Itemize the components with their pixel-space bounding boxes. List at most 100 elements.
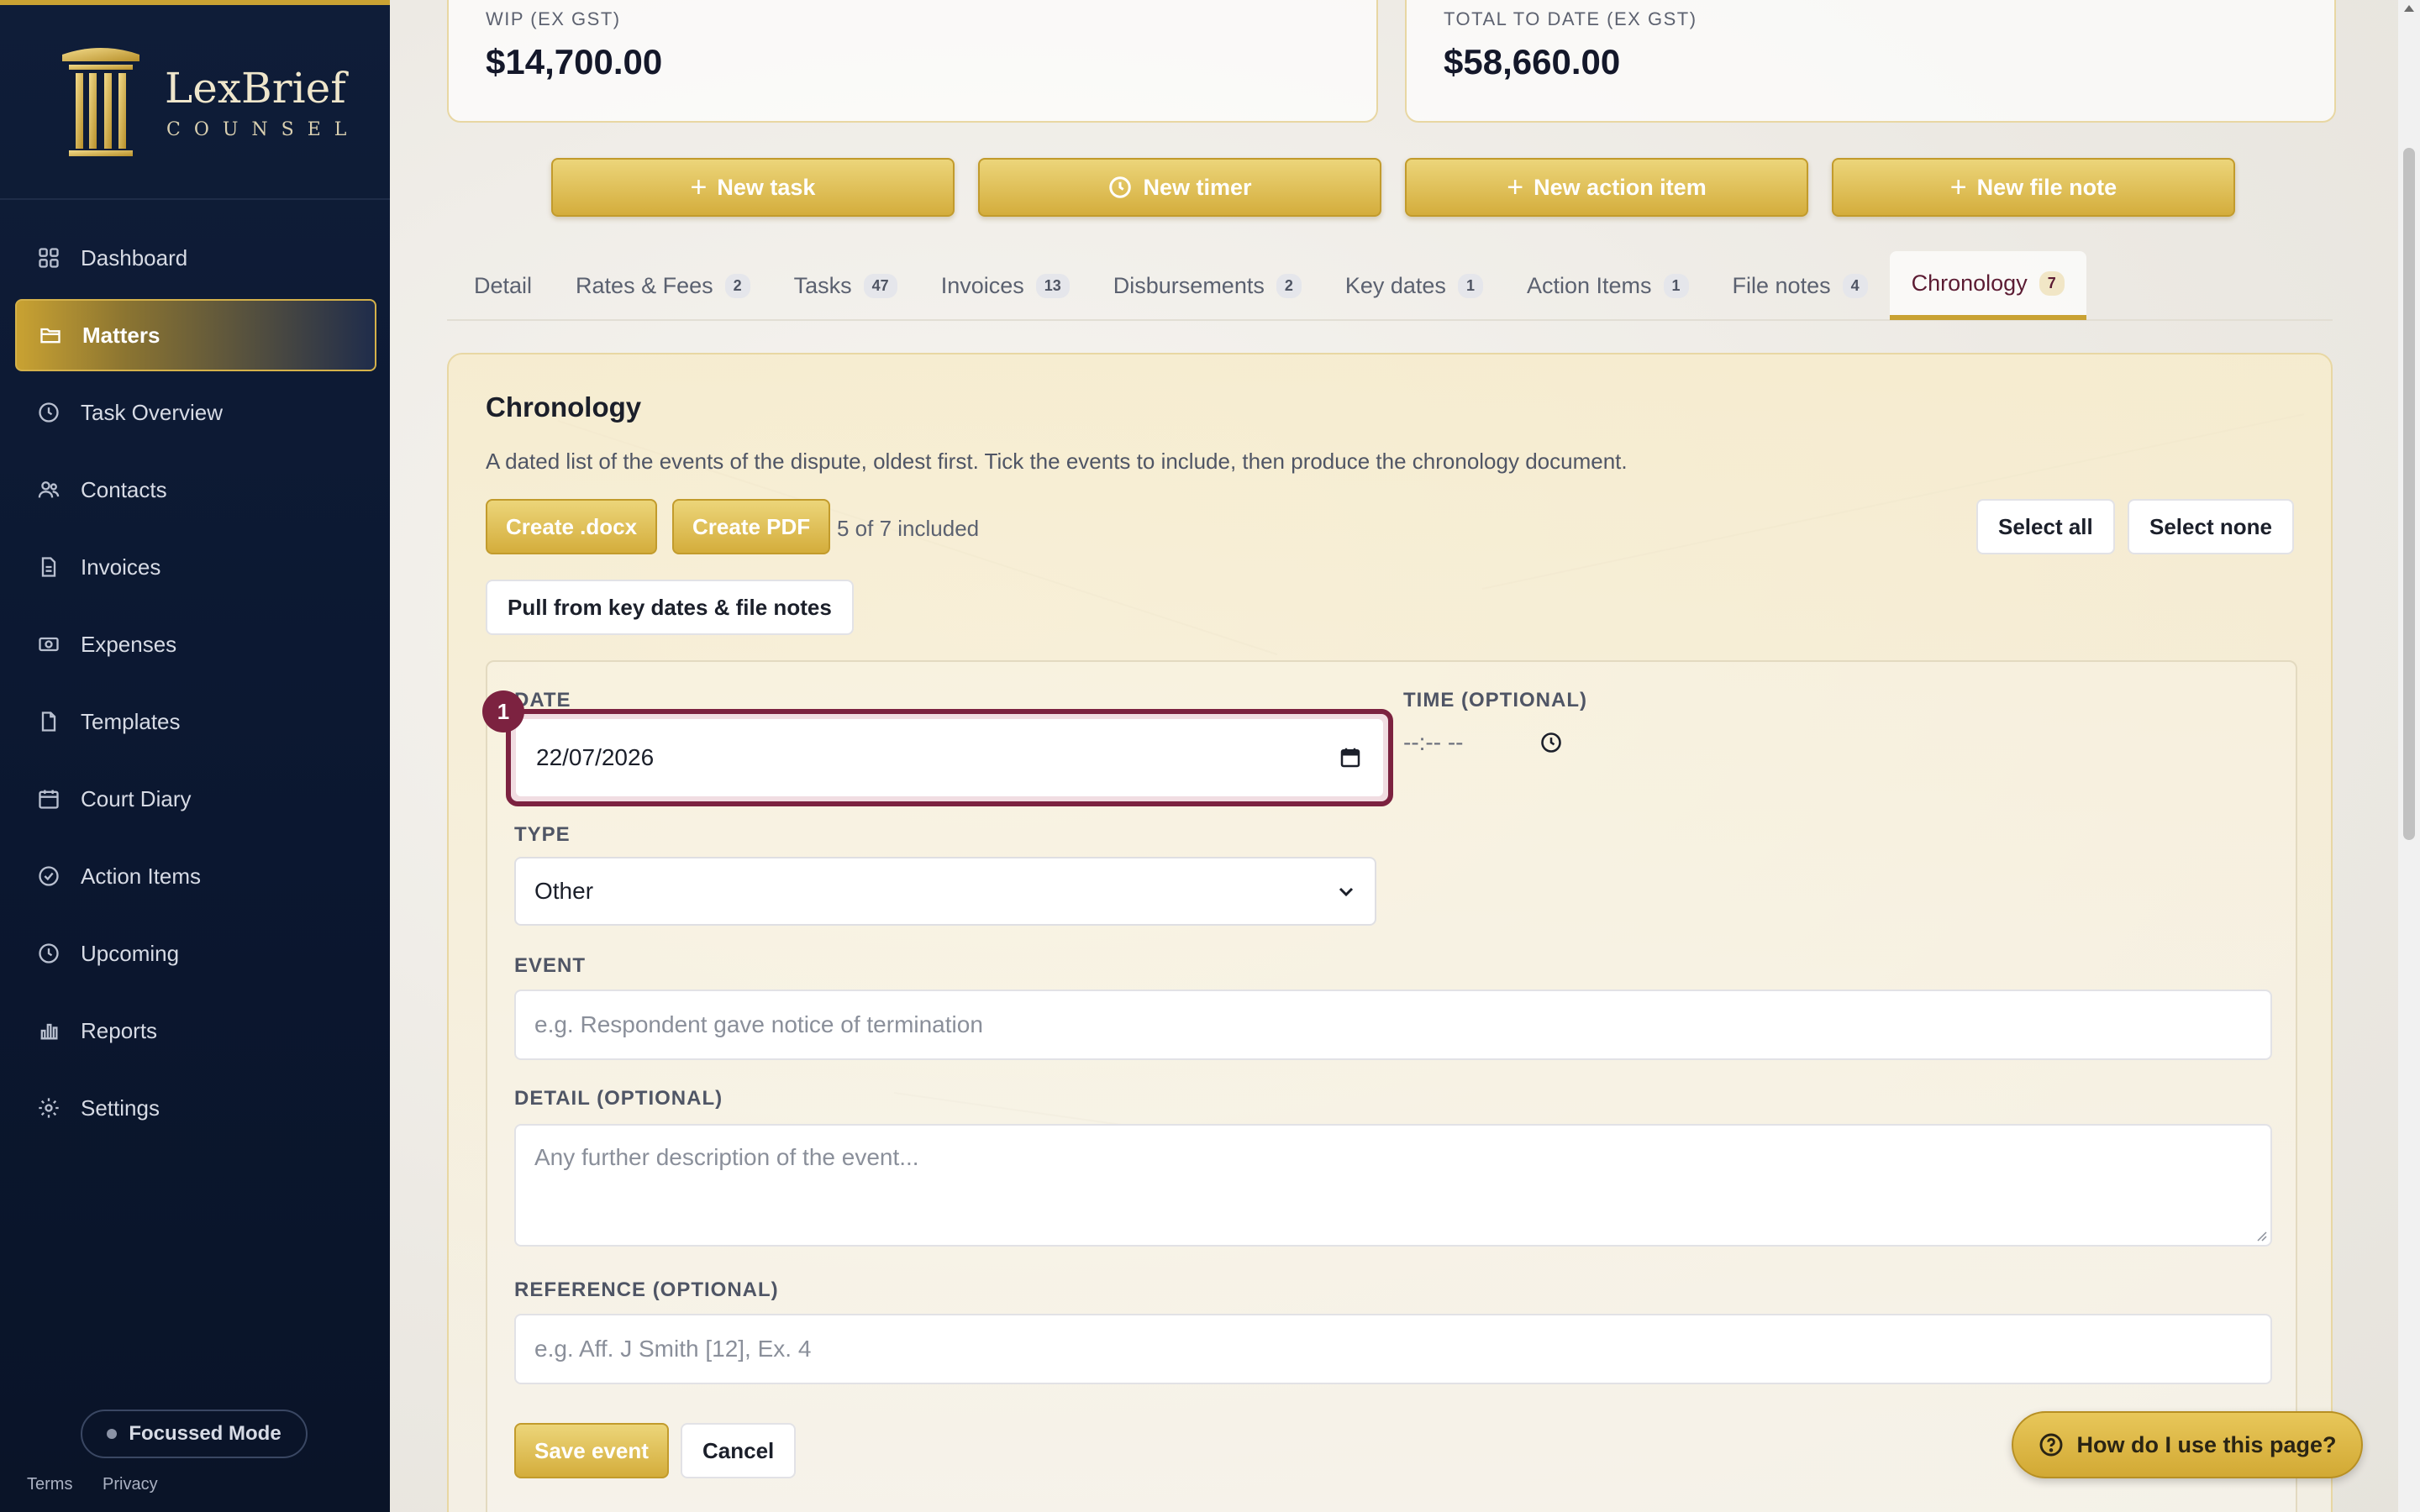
sidebar-item-reports[interactable]: Reports <box>15 995 376 1067</box>
new-file-note-label: New file note <box>1976 174 2118 200</box>
footer-links: Terms Privacy <box>27 1475 183 1494</box>
sidebar-item-settings[interactable]: Settings <box>15 1072 376 1144</box>
sidebar-item-dashboard[interactable]: Dashboard <box>15 222 376 294</box>
time-label: TIME (OPTIONAL) <box>1403 689 1587 711</box>
folder-icon <box>37 322 64 349</box>
plus-icon: + <box>1507 171 1524 203</box>
detail-placeholder: Any further description of the event... <box>534 1144 919 1170</box>
create-docx-button[interactable]: Create .docx <box>486 499 658 554</box>
question-circle-icon <box>2040 1433 2063 1457</box>
calendar-icon <box>35 785 62 812</box>
new-timer-button[interactable]: New timer <box>978 158 1381 217</box>
sidebar-item-label: Upcoming <box>81 940 180 966</box>
event-form: 1 DATE 22/07/2026 TIME (OPTIONAL) --:-- … <box>482 660 2297 1512</box>
tab-rates-fees[interactable]: Rates & Fees 2 <box>554 251 772 320</box>
plus-icon: + <box>1949 171 1967 203</box>
clock-icon <box>1109 176 1132 198</box>
cancel-button[interactable]: Cancel <box>681 1423 797 1478</box>
new-action-item-label: New action item <box>1534 174 1707 200</box>
new-task-button[interactable]: + New task <box>551 158 955 217</box>
sidebar-item-matters[interactable]: Matters <box>15 299 376 371</box>
reference-placeholder: e.g. Aff. J Smith [12], Ex. 4 <box>534 1336 812 1362</box>
scroll-up-arrow-icon[interactable] <box>2404 5 2414 12</box>
new-timer-label: New timer <box>1143 174 1252 200</box>
count-badge: 2 <box>724 273 750 298</box>
tab-file-notes[interactable]: File notes 4 <box>1711 251 1890 320</box>
event-input[interactable]: e.g. Respondent gave notice of terminati… <box>514 990 2272 1060</box>
tab-label: Chronology <box>1911 270 2028 296</box>
chevron-down-icon <box>1339 887 1354 897</box>
tab-invoices[interactable]: Invoices 13 <box>919 251 1092 320</box>
count-badge: 2 <box>1276 273 1302 298</box>
new-task-label: New task <box>717 174 816 200</box>
wip-label: WIP (EX GST) <box>486 8 621 29</box>
sidebar-item-label: Dashboard <box>81 244 188 270</box>
count-badge: 1 <box>1457 273 1483 298</box>
sidebar-item-templates[interactable]: Templates <box>15 685 376 758</box>
tab-chronology[interactable]: Chronology 7 <box>1889 251 2086 320</box>
wip-card: WIP (EX GST) $14,700.00 <box>447 0 1378 123</box>
main-content: WIP (EX GST) $14,700.00 TOTAL TO DATE (E… <box>390 0 2420 1512</box>
total-label: TOTAL TO DATE (EX GST) <box>1444 8 1697 29</box>
detail-textarea[interactable]: Any further description of the event... <box>514 1124 2272 1247</box>
time-value: --:-- -- <box>1403 729 1464 755</box>
tab-label: Tasks <box>793 272 852 298</box>
sidebar-item-label: Action Items <box>81 863 202 889</box>
pillar-logo-icon <box>62 48 139 156</box>
check-circle-icon <box>35 863 62 890</box>
file-icon <box>35 708 62 735</box>
type-select[interactable]: Other <box>514 857 1376 926</box>
count-badge: 7 <box>2039 270 2065 296</box>
tab-detail[interactable]: Detail <box>447 251 554 320</box>
sidebar-item-contacts[interactable]: Contacts <box>15 454 376 526</box>
tab-label: Action Items <box>1526 272 1652 298</box>
panel-title: Chronology <box>486 391 642 423</box>
sidebar-item-label: Settings <box>81 1095 160 1121</box>
tab-label: Detail <box>474 272 533 298</box>
sidebar-item-label: Task Overview <box>81 399 224 425</box>
scroll-thumb[interactable] <box>2403 148 2415 840</box>
tab-disbursements[interactable]: Disbursements 2 <box>1092 251 1323 320</box>
sidebar-item-upcoming[interactable]: Upcoming <box>15 917 376 990</box>
save-event-button[interactable]: Save event <box>514 1423 669 1478</box>
terms-link[interactable]: Terms <box>27 1475 72 1494</box>
tab-action-items[interactable]: Action Items 1 <box>1505 251 1711 320</box>
brand-name: LexBrief <box>165 63 346 113</box>
tab-label: Invoices <box>940 272 1024 298</box>
status-dot-icon <box>107 1429 118 1439</box>
cash-icon <box>35 631 62 658</box>
sidebar-item-court-diary[interactable]: Court Diary <box>15 763 376 835</box>
resize-grip-icon[interactable] <box>2254 1228 2267 1242</box>
detail-label: DETAIL (OPTIONAL) <box>514 1087 723 1110</box>
tab-tasks[interactable]: Tasks 47 <box>772 251 919 320</box>
focussed-mode-toggle[interactable]: Focussed Mode <box>81 1410 308 1458</box>
reference-input[interactable]: e.g. Aff. J Smith [12], Ex. 4 <box>514 1314 2272 1384</box>
pull-from-key-dates-button[interactable]: Pull from key dates & file notes <box>486 580 854 635</box>
reference-label: REFERENCE (OPTIONAL) <box>514 1278 779 1301</box>
event-label: EVENT <box>514 954 587 977</box>
sidebar-item-label: Matters <box>82 322 160 348</box>
select-none-button[interactable]: Select none <box>2128 499 2294 554</box>
new-action-item-button[interactable]: + New action item <box>1405 158 1808 217</box>
sidebar-item-action-items[interactable]: Action Items <box>15 840 376 912</box>
tab-label: File notes <box>1732 272 1831 298</box>
calendar-icon[interactable] <box>1338 745 1363 770</box>
brand-logo[interactable]: LexBrief COUNSEL <box>0 5 390 200</box>
privacy-link[interactable]: Privacy <box>103 1475 158 1494</box>
total-value: $58,660.00 <box>1444 42 1621 81</box>
vertical-scrollbar[interactable] <box>2398 0 2420 1512</box>
sidebar-item-expenses[interactable]: Expenses <box>15 608 376 680</box>
help-button[interactable]: How do I use this page? <box>2012 1411 2363 1478</box>
new-file-note-button[interactable]: + New file note <box>1832 158 2235 217</box>
sidebar-item-task-overview[interactable]: Task Overview <box>15 376 376 449</box>
create-pdf-button[interactable]: Create PDF <box>672 499 831 554</box>
select-all-button[interactable]: Select all <box>1976 499 2115 554</box>
sidebar-item-invoices[interactable]: Invoices <box>15 531 376 603</box>
time-input[interactable]: --:-- -- <box>1403 729 1563 756</box>
tab-key-dates[interactable]: Key dates 1 <box>1323 251 1505 320</box>
document-icon <box>35 554 62 580</box>
focussed-mode-label: Focussed Mode <box>129 1422 281 1445</box>
date-input[interactable]: 22/07/2026 <box>516 719 1383 796</box>
gear-icon <box>35 1095 62 1121</box>
included-count: 5 of 7 included <box>837 516 980 541</box>
